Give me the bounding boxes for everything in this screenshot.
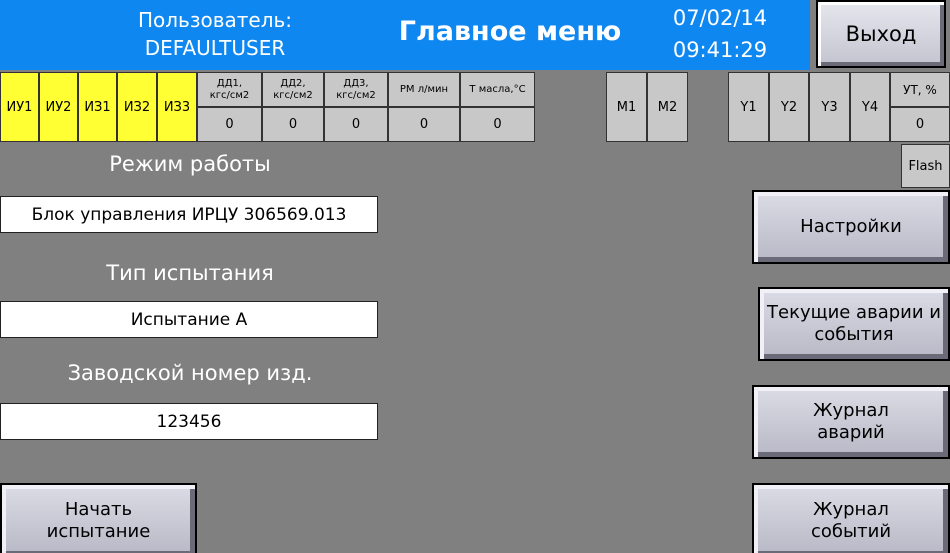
settings-label: Настройки xyxy=(800,216,902,237)
event-log-button[interactable]: Журнал событий xyxy=(752,483,950,553)
user-label: Пользователь: xyxy=(137,8,293,32)
time-display: 09:41:29 xyxy=(672,38,768,62)
indicator-m1: М1 xyxy=(606,72,647,142)
ut-percent-label: УТ, % xyxy=(890,72,950,107)
sensor-flow-value: 0 xyxy=(388,107,460,142)
indicator-iz1: ИЗ1 xyxy=(78,72,117,142)
start-test-button[interactable]: Начать испытание xyxy=(0,483,197,553)
indicator-m2: М2 xyxy=(647,72,688,142)
serial-number-label: Заводской номер изд. xyxy=(67,361,313,385)
sensor-flow-label: РМ л/мин xyxy=(388,72,460,107)
current-alarms-button[interactable]: Текущие аварии и события xyxy=(758,287,950,361)
sensor-dd3-label: ДД3, кгс/см2 xyxy=(324,72,388,107)
sensor-oil-temp-label: Т масла,°С xyxy=(460,72,535,107)
flash-indicator: Flash xyxy=(901,144,950,188)
page-title: Главное меню xyxy=(398,16,622,47)
mode-label: Режим работы xyxy=(109,152,271,176)
indicator-y4: Y4 xyxy=(850,72,890,142)
date-display: 07/02/14 xyxy=(672,6,768,30)
alarm-log-label: Журнал аварий xyxy=(813,400,889,443)
sensor-dd2-value: 0 xyxy=(262,107,324,142)
alarm-log-button[interactable]: Журнал аварий xyxy=(752,385,950,459)
indicator-iu1: ИУ1 xyxy=(0,72,39,142)
indicator-y3: Y3 xyxy=(809,72,850,142)
event-log-label: Журнал событий xyxy=(810,498,892,542)
sensor-dd1-label: ДД1, кгс/см2 xyxy=(197,72,262,107)
indicator-iu2: ИУ2 xyxy=(39,72,78,142)
test-type-field[interactable]: Испытание А xyxy=(0,301,378,338)
user-name: DEFAULTUSER xyxy=(144,36,286,60)
indicator-y2: Y2 xyxy=(769,72,809,142)
test-type-label: Тип испытания xyxy=(106,261,274,285)
sensor-dd1-value: 0 xyxy=(197,107,262,142)
sensor-dd2-label: ДД2, кгс/см2 xyxy=(262,72,324,107)
exit-button[interactable]: Выход xyxy=(816,0,946,68)
current-alarms-label: Текущие аварии и события xyxy=(767,302,941,345)
indicator-iz3: ИЗ3 xyxy=(157,72,197,142)
mode-field: Блок управления ИРЦУ 306569.013 xyxy=(0,196,378,233)
ut-percent-value: 0 xyxy=(890,107,950,142)
serial-number-field[interactable]: 123456 xyxy=(0,403,378,440)
settings-button[interactable]: Настройки xyxy=(752,190,950,264)
sensor-dd3-value: 0 xyxy=(324,107,388,142)
indicator-iz2: ИЗ2 xyxy=(117,72,157,142)
indicator-y1: Y1 xyxy=(728,72,769,142)
sensor-oil-temp-value: 0 xyxy=(460,107,535,142)
start-test-label: Начать испытание xyxy=(46,498,151,542)
